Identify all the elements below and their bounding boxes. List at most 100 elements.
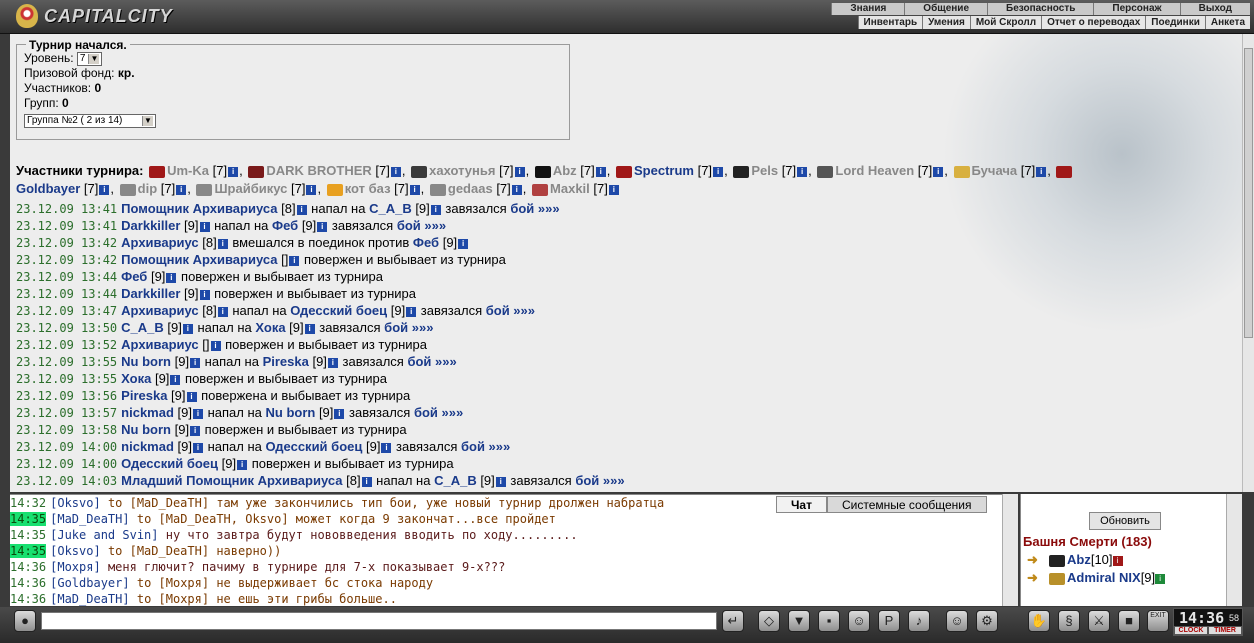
info-icon[interactable]: i [361, 476, 372, 487]
fighter-name[interactable]: Одесский боец [290, 303, 387, 318]
save-icon[interactable]: ▪ [818, 610, 840, 632]
fighter-name[interactable]: Pireska [263, 354, 309, 369]
info-icon[interactable]: i [99, 184, 110, 195]
fighter-name[interactable]: nickmad [121, 405, 174, 420]
info-icon[interactable]: i [317, 221, 328, 232]
info-icon[interactable]: i [595, 166, 606, 177]
submenu-profile[interactable]: Анкета [1204, 16, 1250, 29]
fighter-name[interactable]: nickmad [121, 439, 174, 454]
info-icon[interactable]: i [1036, 166, 1047, 177]
info-icon[interactable]: i [228, 166, 239, 177]
info-icon[interactable]: i [406, 306, 417, 317]
participant-name[interactable]: dip [138, 181, 158, 196]
info-icon[interactable]: i [713, 166, 724, 177]
smiley-icon[interactable]: ☺ [946, 610, 968, 632]
user-name[interactable]: Abz [1067, 552, 1091, 567]
info-icon[interactable]: i [166, 272, 177, 283]
fighter-name[interactable]: Феб [272, 218, 298, 233]
tab-system-messages[interactable]: Системные сообщения [826, 496, 987, 513]
chat-recipient[interactable]: to [Мохря] [137, 592, 209, 606]
fighter-name[interactable]: Феб [413, 235, 439, 250]
fighter-name[interactable]: Одесский боец [266, 439, 363, 454]
info-icon[interactable]: i [608, 184, 619, 195]
fighter-name[interactable]: C_A_B [121, 320, 164, 335]
menu-communication[interactable]: Общение [904, 3, 987, 15]
participant-name[interactable]: gedaas [448, 181, 493, 196]
info-icon[interactable]: i [186, 391, 197, 402]
fighter-name[interactable]: Pireska [121, 388, 167, 403]
submenu-battles[interactable]: Поединки [1145, 16, 1205, 29]
participant-name[interactable]: Шрайбикус [214, 181, 287, 196]
info-icon[interactable]: i [327, 357, 338, 368]
chat-recipient[interactable]: to [MaD_DeaTH, Oksvo] [137, 512, 289, 526]
group-select[interactable]: Группа №2 ( 2 из 14) ▼ [24, 113, 156, 128]
info-icon[interactable]: i [1155, 573, 1166, 584]
info-icon[interactable]: i [797, 166, 808, 177]
fighter-name[interactable]: Хока [121, 371, 151, 386]
fighter-name[interactable]: Помощник Архивариуса [121, 252, 277, 267]
user-name[interactable]: Admiral NIX [1067, 570, 1141, 585]
info-icon[interactable]: i [409, 184, 420, 195]
battle-link[interactable]: бой »»» [384, 320, 433, 335]
eraser-icon[interactable]: ◇ [758, 610, 780, 632]
level-select[interactable]: 7 ▼ [76, 51, 103, 66]
online-user[interactable]: ➜ Abz[10] i [1027, 552, 1123, 568]
chat-author[interactable]: [Oksvo] [50, 496, 101, 510]
participant-name[interactable]: DARK BROTHER [266, 163, 371, 178]
chat-scrollbar[interactable] [1002, 494, 1018, 606]
battle-link[interactable]: бой »»» [510, 201, 559, 216]
info-icon[interactable]: i [237, 459, 248, 470]
fighter-name[interactable]: Darkkiller [121, 286, 180, 301]
battle-link[interactable]: бой »»» [414, 405, 463, 420]
fighter-icon[interactable]: ☺ [848, 610, 870, 632]
info-icon[interactable]: i [1112, 555, 1123, 566]
info-icon[interactable]: i [511, 184, 522, 195]
info-icon[interactable]: i [170, 374, 181, 385]
participant-name[interactable]: Spectrum [634, 163, 694, 178]
info-icon[interactable]: i [514, 166, 525, 177]
fighter-name[interactable]: Nu born [266, 405, 316, 420]
fighter-name[interactable]: C_A_B [369, 201, 412, 216]
chat-recipient[interactable]: to [Мохря] [137, 576, 209, 590]
participant-name[interactable]: Бучача [972, 163, 1018, 178]
participant-name[interactable]: Pels [751, 163, 778, 178]
info-icon[interactable]: i [182, 323, 193, 334]
chat-input[interactable] [41, 612, 717, 630]
info-icon[interactable]: i [458, 238, 469, 249]
info-icon[interactable]: i [192, 408, 203, 419]
menu-security[interactable]: Безопасность [987, 3, 1093, 15]
submenu-transfer-report[interactable]: Отчет о переводах [1041, 16, 1145, 29]
participant-name[interactable]: Um-Ka [167, 163, 209, 178]
battle-link[interactable]: бой »»» [575, 473, 624, 488]
scroll-thumb[interactable] [1244, 48, 1253, 338]
chat-author[interactable]: [Juke and Svin] [50, 528, 158, 542]
info-icon[interactable]: i [381, 442, 392, 453]
fighter-name[interactable]: Помощник Архивариуса [121, 201, 277, 216]
info-icon[interactable]: i [190, 425, 201, 436]
private-icon[interactable]: P [878, 610, 900, 632]
fighter-name[interactable]: Nu born [121, 354, 171, 369]
fight-icon[interactable]: ⚔ [1088, 610, 1110, 632]
info-icon[interactable]: i [296, 204, 307, 215]
fighter-name[interactable]: C_A_B [434, 473, 477, 488]
participant-name[interactable]: Lord Heaven [835, 163, 914, 178]
chat-author[interactable]: [MaD_DeaTH] [50, 512, 129, 526]
submenu-inventory[interactable]: Инвентарь [857, 16, 923, 29]
info-icon[interactable]: i [304, 323, 315, 334]
participant-name[interactable]: Maxkil [550, 181, 590, 196]
hand-icon[interactable]: ✋ [1028, 610, 1050, 632]
battle-link[interactable]: бой »»» [407, 354, 456, 369]
info-icon[interactable]: i [199, 289, 210, 300]
info-icon[interactable]: i [390, 166, 401, 177]
info-icon[interactable]: i [306, 184, 317, 195]
send-icon[interactable]: ↵ [722, 610, 744, 632]
fighter-name[interactable]: Одесский боец [121, 456, 218, 471]
chat-author[interactable]: [Oksvo] [50, 544, 101, 558]
tab-chat[interactable]: Чат [776, 496, 827, 513]
participant-name[interactable]: хахотунья [429, 163, 495, 178]
submenu-my-scroll[interactable]: Мой Скролл [969, 16, 1041, 29]
chat-recipient[interactable]: to [MaD_DeaTH] [108, 544, 209, 558]
info-icon[interactable]: i [217, 306, 228, 317]
menu-character[interactable]: Персонаж [1093, 3, 1179, 15]
info-icon[interactable]: i [217, 238, 228, 249]
